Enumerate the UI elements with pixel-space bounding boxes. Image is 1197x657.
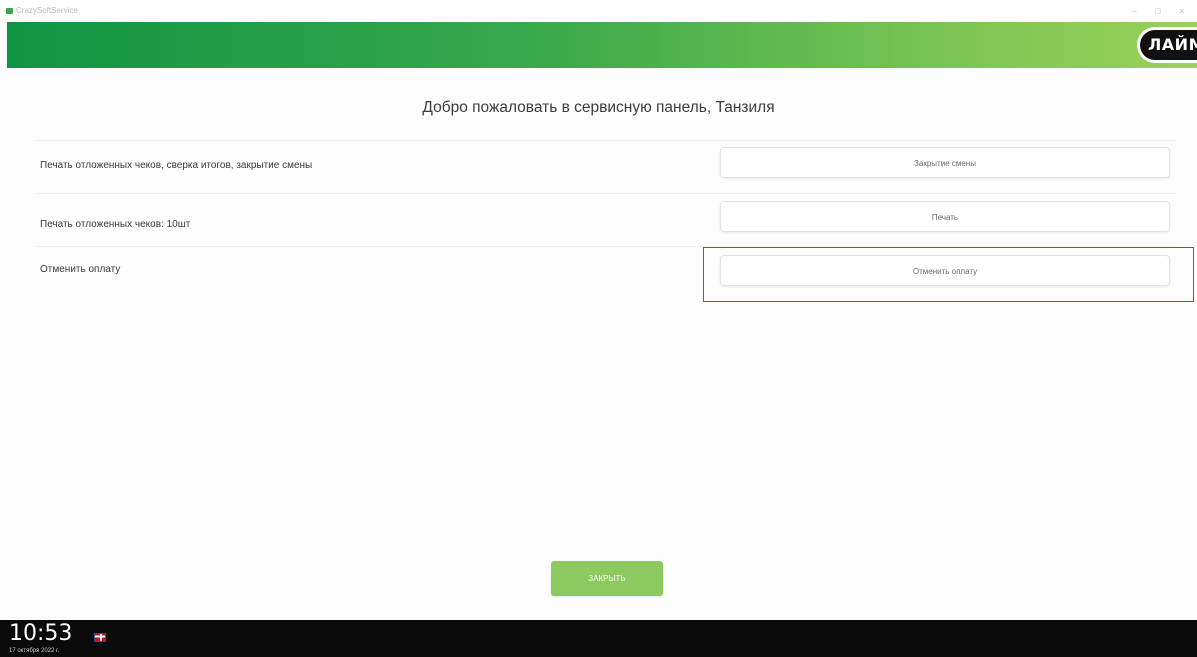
row-label: Печать отложенных чеков, сверка итогов, … <box>40 160 313 171</box>
clock-time: 10:53 <box>9 621 73 646</box>
service-row-print: Печать отложенных чеков: 10шт Печать <box>36 193 1176 246</box>
header-bar: ЛАЙМ <box>7 22 1197 68</box>
close-shift-button[interactable]: Закрытие смены <box>720 147 1170 178</box>
app-window: CrazySoftService – □ × ЛАЙМ Добро пожало… <box>0 0 1197 657</box>
highlight-box <box>703 247 1194 302</box>
welcome-title: Добро пожаловать в сервисную панель, Тан… <box>422 99 775 116</box>
brand-logo: ЛАЙМ <box>1137 27 1197 63</box>
close-button[interactable]: ЗАКРЫТЬ <box>551 561 663 596</box>
brand-logo-text: ЛАЙМ <box>1140 30 1197 60</box>
close-window-icon[interactable]: × <box>1174 4 1190 18</box>
taskbar: 10:53 17 октября 2022 г. <box>0 620 1197 657</box>
minimize-icon[interactable]: – <box>1126 4 1142 18</box>
row-label: Печать отложенных чеков: 10шт <box>40 219 191 230</box>
clock-date: 17 октября 2022 г. <box>9 648 60 654</box>
app-icon <box>6 8 13 14</box>
window-title: CrazySoftService <box>16 6 78 15</box>
maximize-icon[interactable]: □ <box>1150 4 1166 18</box>
row-label: Отменить оплату <box>40 264 121 275</box>
uk-flag-icon[interactable] <box>94 633 106 642</box>
print-button[interactable]: Печать <box>720 201 1170 232</box>
window-titlebar: CrazySoftService – □ × <box>0 0 1197 22</box>
service-row-close-shift: Печать отложенных чеков, сверка итогов, … <box>36 140 1176 191</box>
